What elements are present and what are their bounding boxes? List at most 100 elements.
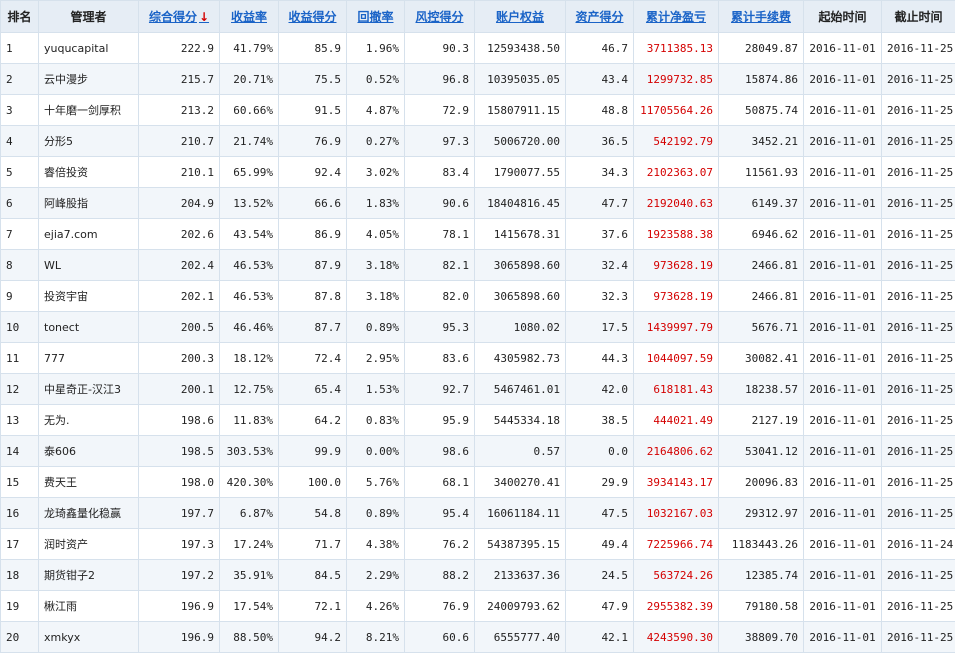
- return-score-cell: 100.0: [279, 467, 347, 498]
- table-row: 14泰606198.5303.53%99.90.00%98.60.570.021…: [1, 436, 955, 467]
- net-pnl-cell: 3934143.17: [634, 467, 719, 498]
- fees-cell: 30082.41: [719, 343, 804, 374]
- start-date-cell: 2016-11-01: [804, 33, 882, 64]
- fees-cell: 38809.70: [719, 622, 804, 653]
- end-date-cell: 2016-11-25: [882, 64, 955, 95]
- return-score-cell: 75.5: [279, 64, 347, 95]
- sort-return-score[interactable]: 收益得分: [279, 1, 347, 33]
- start-date-cell: 2016-11-01: [804, 157, 882, 188]
- return-rate-cell: 17.24%: [220, 529, 279, 560]
- net-pnl-cell: 563724.26: [634, 560, 719, 591]
- composite-score-cell: 198.5: [139, 436, 220, 467]
- end-date-cell: 2016-11-25: [882, 405, 955, 436]
- manager-link[interactable]: 费天王: [39, 467, 139, 498]
- rank-cell: 3: [1, 95, 39, 126]
- manager-link[interactable]: 楸江雨: [39, 591, 139, 622]
- table-row: 10tonect200.546.46%87.70.89%95.31080.021…: [1, 312, 955, 343]
- asset-score-cell: 47.5: [566, 498, 634, 529]
- drawdown-cell: 3.18%: [347, 281, 405, 312]
- table-row: 7ejia7.com202.643.54%86.94.05%78.1141567…: [1, 219, 955, 250]
- asset-score-cell: 36.5: [566, 126, 634, 157]
- risk-score-cell: 90.3: [405, 33, 475, 64]
- manager-link[interactable]: 泰606: [39, 436, 139, 467]
- rank-cell: 1: [1, 33, 39, 64]
- composite-score-cell: 202.4: [139, 250, 220, 281]
- start-date-cell: 2016-11-01: [804, 529, 882, 560]
- net-pnl-cell: 2102363.07: [634, 157, 719, 188]
- return-rate-cell: 65.99%: [220, 157, 279, 188]
- manager-link[interactable]: 云中漫步: [39, 64, 139, 95]
- table-row: 13无为.198.611.83%64.20.83%95.95445334.183…: [1, 405, 955, 436]
- table-row: 4分形5210.721.74%76.90.27%97.35006720.0036…: [1, 126, 955, 157]
- start-date-cell: 2016-11-01: [804, 622, 882, 653]
- drawdown-cell: 4.26%: [347, 591, 405, 622]
- drawdown-cell: 3.18%: [347, 250, 405, 281]
- manager-link[interactable]: 期货钳子2: [39, 560, 139, 591]
- composite-score-cell: 197.7: [139, 498, 220, 529]
- sort-equity[interactable]: 账户权益: [475, 1, 566, 33]
- sort-return-rate[interactable]: 收益率: [220, 1, 279, 33]
- end-date-cell: 2016-11-25: [882, 126, 955, 157]
- net-pnl-cell: 1923588.38: [634, 219, 719, 250]
- return-rate-cell: 6.87%: [220, 498, 279, 529]
- manager-link[interactable]: 睿倍投资: [39, 157, 139, 188]
- start-date-cell: 2016-11-01: [804, 467, 882, 498]
- manager-link[interactable]: WL: [39, 250, 139, 281]
- table-row: 11777200.318.12%72.42.95%83.64305982.734…: [1, 343, 955, 374]
- return-score-cell: 92.4: [279, 157, 347, 188]
- asset-score-cell: 43.4: [566, 64, 634, 95]
- manager-link[interactable]: 中星奇正-汉江3: [39, 374, 139, 405]
- sort-risk-score[interactable]: 风控得分: [405, 1, 475, 33]
- manager-link[interactable]: 龙琦鑫量化稳赢: [39, 498, 139, 529]
- manager-link[interactable]: 阿峰股指: [39, 188, 139, 219]
- sort-fees[interactable]: 累计手续费: [719, 1, 804, 33]
- table-row: 2云中漫步215.720.71%75.50.52%96.810395035.05…: [1, 64, 955, 95]
- fees-cell: 15874.86: [719, 64, 804, 95]
- risk-score-cell: 83.6: [405, 343, 475, 374]
- asset-score-cell: 44.3: [566, 343, 634, 374]
- sort-asset-score[interactable]: 资产得分: [566, 1, 634, 33]
- composite-score-cell: 210.1: [139, 157, 220, 188]
- manager-link[interactable]: ejia7.com: [39, 219, 139, 250]
- net-pnl-cell: 1032167.03: [634, 498, 719, 529]
- sort-drawdown[interactable]: 回撤率: [347, 1, 405, 33]
- composite-score-cell: 202.6: [139, 219, 220, 250]
- risk-score-cell: 96.8: [405, 64, 475, 95]
- manager-link[interactable]: 777: [39, 343, 139, 374]
- header-row: 排名 管理者 综合得分↓ 收益率 收益得分 回撤率 风控得分 账户权益 资产得分…: [1, 1, 955, 33]
- asset-score-cell: 24.5: [566, 560, 634, 591]
- fees-cell: 6149.37: [719, 188, 804, 219]
- risk-score-cell: 82.0: [405, 281, 475, 312]
- end-date-cell: 2016-11-25: [882, 312, 955, 343]
- end-date-cell: 2016-11-25: [882, 219, 955, 250]
- return-score-cell: 64.2: [279, 405, 347, 436]
- start-date-cell: 2016-11-01: [804, 95, 882, 126]
- end-date-cell: 2016-11-25: [882, 467, 955, 498]
- manager-link[interactable]: 十年磨一剑厚积: [39, 95, 139, 126]
- rank-cell: 9: [1, 281, 39, 312]
- risk-score-cell: 83.4: [405, 157, 475, 188]
- equity-cell: 6555777.40: [475, 622, 566, 653]
- manager-link[interactable]: 无为.: [39, 405, 139, 436]
- net-pnl-cell: 973628.19: [634, 281, 719, 312]
- composite-score-cell: 222.9: [139, 33, 220, 64]
- manager-link[interactable]: 投资宇宙: [39, 281, 139, 312]
- manager-link[interactable]: 润时资产: [39, 529, 139, 560]
- composite-score-cell: 196.9: [139, 622, 220, 653]
- return-rate-cell: 12.75%: [220, 374, 279, 405]
- table-row: 9投资宇宙202.146.53%87.83.18%82.03065898.603…: [1, 281, 955, 312]
- asset-score-cell: 34.3: [566, 157, 634, 188]
- sort-net-pnl[interactable]: 累计净盈亏: [634, 1, 719, 33]
- manager-link[interactable]: tonect: [39, 312, 139, 343]
- return-score-cell: 94.2: [279, 622, 347, 653]
- net-pnl-cell: 3711385.13: [634, 33, 719, 64]
- manager-link[interactable]: yuqucapital: [39, 33, 139, 64]
- manager-link[interactable]: xmkyx: [39, 622, 139, 653]
- sort-composite-score[interactable]: 综合得分↓: [139, 1, 220, 33]
- start-date-cell: 2016-11-01: [804, 343, 882, 374]
- net-pnl-cell: 444021.49: [634, 405, 719, 436]
- fees-cell: 1183443.26: [719, 529, 804, 560]
- manager-link[interactable]: 分形5: [39, 126, 139, 157]
- composite-score-cell: 200.1: [139, 374, 220, 405]
- net-pnl-cell: 1439997.79: [634, 312, 719, 343]
